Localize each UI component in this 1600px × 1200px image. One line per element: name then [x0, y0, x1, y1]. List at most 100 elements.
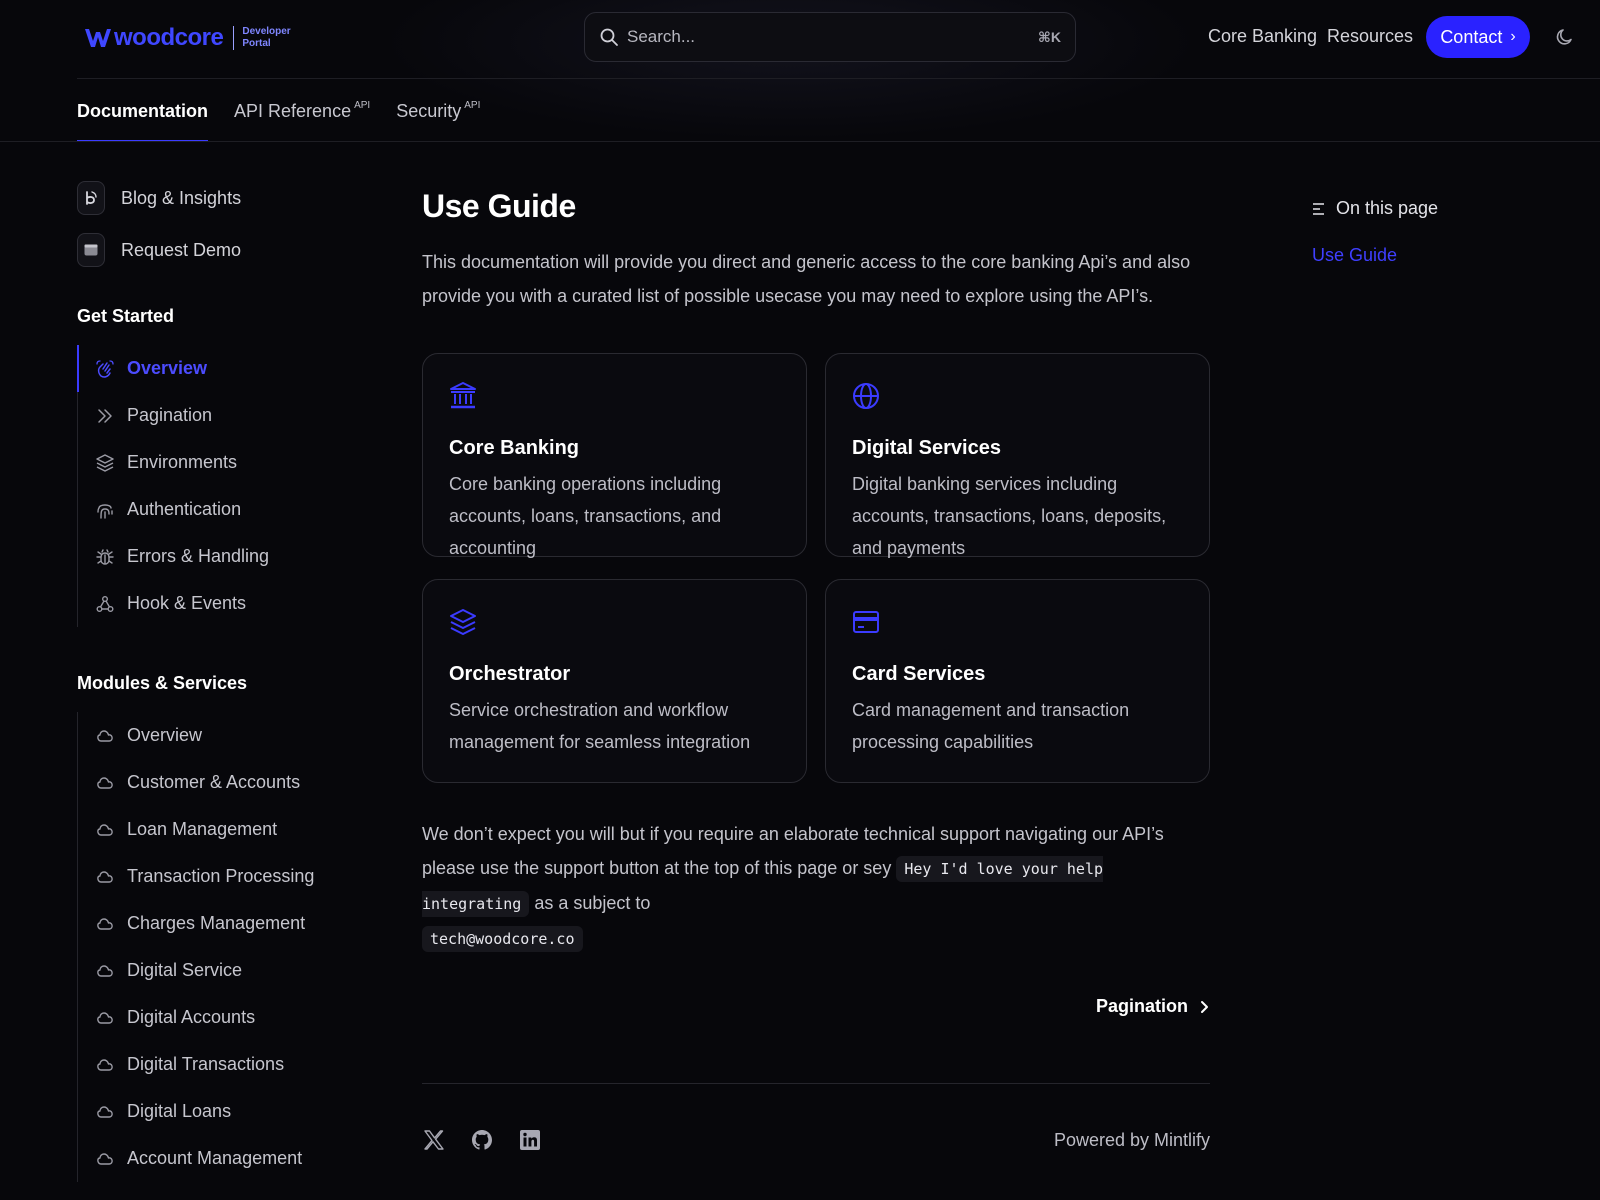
tab-documentation[interactable]: Documentation: [77, 80, 209, 142]
nav-core-banking[interactable]: Core Banking: [1208, 26, 1317, 47]
card-digital-services[interactable]: Digital Services Digital banking service…: [825, 353, 1210, 558]
logo[interactable]: woodcore Developer Portal: [84, 22, 291, 54]
tab-label: Documentation: [77, 100, 209, 121]
contact-button[interactable]: Contact ›: [1426, 16, 1530, 58]
sidebar-item-charges-management[interactable]: Charges Management: [78, 900, 377, 947]
sidebar-item-digital-accounts[interactable]: Digital Accounts: [78, 994, 377, 1041]
sidebar-item-digital-service[interactable]: Digital Service: [78, 947, 377, 994]
sidebar-item-label: Hook & Events: [127, 593, 247, 613]
next-page-link[interactable]: Pagination: [1096, 996, 1210, 1017]
card-title: Core Banking: [449, 437, 580, 459]
tab-label: API Reference: [234, 100, 352, 121]
sidebar-item-label: Charges Management: [127, 913, 306, 933]
list-icon: [1313, 202, 1324, 215]
tab-api-reference[interactable]: API Reference API: [234, 80, 370, 142]
sidebar-demo-label: Request Demo: [121, 239, 242, 260]
nav-resources[interactable]: Resources: [1327, 26, 1413, 47]
search-icon: [600, 28, 618, 46]
sidebar-item-loan-management[interactable]: Loan Management: [78, 806, 377, 853]
support-text: We don’t expect you will but if you requ…: [422, 817, 1210, 956]
sidebar-item-label: Overview: [127, 725, 203, 745]
card-description: Core banking operations including accoun…: [449, 474, 722, 558]
toc-item-use-guide[interactable]: Use Guide: [1312, 245, 1438, 266]
bank-icon: [450, 382, 476, 409]
tab-label: Security: [396, 100, 462, 121]
sidebar-demo-link[interactable]: Request Demo: [77, 232, 377, 268]
globe-icon: [853, 383, 879, 409]
cloud-icon: [97, 1105, 113, 1118]
moon-icon[interactable]: [1554, 26, 1576, 48]
sidebar-item-label: Environments: [127, 452, 238, 472]
sidebar-item-label: Customer & Accounts: [127, 772, 301, 792]
page-title: Use Guide: [422, 188, 576, 224]
sidebar-item-authentication[interactable]: Authentication: [78, 486, 377, 533]
card-grid: Core Banking Core banking operations inc…: [422, 353, 1210, 783]
sidebar-item-modules-overview[interactable]: Overview: [78, 712, 377, 759]
toc-title: On this page: [1336, 198, 1439, 218]
sidebar-item-label: Errors & Handling: [127, 546, 270, 566]
cloud-icon: [97, 917, 113, 930]
github-icon[interactable]: [470, 1128, 494, 1152]
table-of-contents: On this page Use Guide: [1312, 198, 1438, 266]
sidebar-item-account-management[interactable]: Account Management: [78, 1135, 377, 1182]
tabs-divider: [0, 141, 1600, 142]
sidebar-item-transaction-processing[interactable]: Transaction Processing: [78, 853, 377, 900]
cloud-icon: [97, 776, 113, 789]
browser-window-icon: [77, 233, 105, 267]
woodcore-logo-icon: [85, 29, 111, 47]
logo-sub-line-1: Developer: [242, 26, 291, 37]
modules-title: Modules & Services: [77, 673, 248, 693]
logo-separator: [233, 26, 235, 50]
get-started-group: Overview Pagination Environments Authent…: [77, 345, 377, 627]
sidebar-item-hooks[interactable]: Hook & Events: [78, 580, 377, 627]
layers-icon: [450, 609, 476, 635]
sidebar-item-label: Authentication: [127, 499, 242, 519]
powered-by[interactable]: Powered by Mintlify: [1054, 1130, 1210, 1151]
cloud-icon: [97, 870, 113, 883]
sidebar-item-label: Digital Accounts: [127, 1007, 256, 1027]
cloud-icon: [97, 729, 113, 742]
sidebar-item-overview[interactable]: Overview: [77, 345, 377, 392]
card-description: Service orchestration and workflow manag…: [449, 700, 751, 752]
search-placeholder: Search...: [627, 27, 696, 46]
header-divider: [77, 78, 1600, 79]
cloud-icon: [97, 1011, 113, 1024]
fingerprint-icon: [97, 503, 113, 519]
sidebar-item-label: Digital Transactions: [127, 1054, 285, 1074]
tab-badge: API: [354, 99, 371, 111]
card-description: Card management and transaction processi…: [852, 700, 1130, 752]
intro-text: This documentation will provide you dire…: [422, 252, 1191, 306]
search-input[interactable]: Search... ⌘K: [584, 12, 1076, 62]
logo-word: woodcore: [114, 24, 224, 51]
sidebar-item-digital-transactions[interactable]: Digital Transactions: [78, 1041, 377, 1088]
chevron-right-icon: ›: [1510, 28, 1516, 45]
sidebar-item-label: Transaction Processing: [127, 866, 315, 886]
sidebar: Blog & Insights Request Demo Get Started…: [77, 180, 377, 1182]
sidebar-item-environments[interactable]: Environments: [78, 439, 377, 486]
linkedin-icon[interactable]: [518, 1128, 542, 1152]
footer-divider: [422, 1083, 1210, 1084]
card-card-services[interactable]: Card Services Card management and transa…: [825, 579, 1210, 783]
sidebar-item-errors[interactable]: Errors & Handling: [78, 533, 377, 580]
sidebar-blog-label: Blog & Insights: [121, 187, 242, 208]
sidebar-item-label: Digital Service: [127, 960, 243, 980]
top-tabs: Documentation API Reference API Security…: [77, 80, 506, 142]
support-text-2: as a subject to: [534, 893, 651, 913]
tab-badge: API: [464, 99, 481, 111]
toc-header: On this page: [1312, 198, 1438, 219]
card-core-banking[interactable]: Core Banking Core banking operations inc…: [422, 353, 807, 558]
chevrons-right-icon: [98, 408, 112, 423]
next-page-label: Pagination: [1095, 996, 1188, 1016]
sidebar-item-pagination[interactable]: Pagination: [78, 392, 377, 439]
tab-security[interactable]: Security API: [396, 80, 480, 142]
sidebar-item-customer-accounts[interactable]: Customer & Accounts: [78, 759, 377, 806]
modules-group: Overview Customer & Accounts Loan Manage…: [77, 712, 377, 1182]
sidebar-item-label: Overview: [127, 358, 208, 378]
x-twitter-icon[interactable]: [422, 1128, 446, 1152]
sidebar-item-digital-loans[interactable]: Digital Loans: [78, 1088, 377, 1135]
card-title: Card Services: [852, 663, 986, 685]
card-orchestrator[interactable]: Orchestrator Service orchestration and w…: [422, 579, 807, 783]
sidebar-item-label: Loan Management: [127, 819, 278, 839]
hand-wave-icon: [96, 359, 114, 378]
sidebar-blog-link[interactable]: Blog & Insights: [77, 180, 377, 216]
